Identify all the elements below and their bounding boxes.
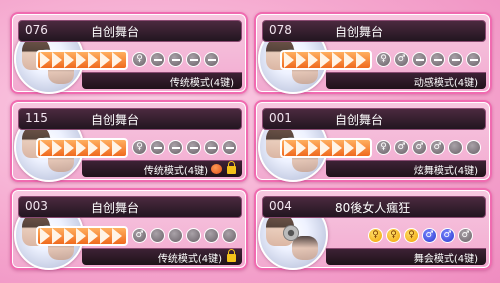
room-card[interactable]: 115 自创舞台 ♀ 传统模式(4键)	[10, 100, 248, 182]
lock-icon	[227, 161, 236, 174]
closed-slot-icon	[150, 52, 165, 67]
room-progress-arrows	[280, 50, 372, 70]
male-player-icon: ♂	[422, 228, 437, 243]
empty-slot-icon	[448, 140, 463, 155]
male-player-icon: ♂	[440, 228, 455, 243]
room-mode: 传统模式(4键)	[157, 254, 222, 265]
female-slot-icon: ♀	[132, 140, 147, 155]
closed-slot-icon	[222, 140, 237, 155]
closed-slot-icon	[448, 52, 463, 67]
male-slot-icon: ♂	[394, 140, 409, 155]
male-slot-icon: ♂	[430, 140, 445, 155]
room-mode: 传统模式(4键)	[143, 166, 208, 177]
room-card[interactable]: 078 自创舞台 ♀ ♂ 动感模式(4键)	[254, 12, 492, 94]
room-number: 003	[25, 199, 48, 213]
male-slot-icon: ♂	[394, 52, 409, 67]
closed-slot-icon	[150, 140, 165, 155]
closed-slot-icon	[466, 52, 481, 67]
room-card[interactable]: 076 自创舞台 ♀ 传统模式(4键)	[10, 12, 248, 94]
room-number: 115	[25, 111, 48, 125]
empty-slot-icon	[204, 228, 219, 243]
room-number: 001	[269, 111, 292, 125]
female-slot-icon: ♀	[132, 52, 147, 67]
room-title-bar: 115 自创舞台	[18, 108, 242, 130]
room-mode-bar: 动感模式(4键)	[326, 72, 486, 89]
room-name: 80後女人瘋狂	[335, 201, 411, 215]
room-name: 自创舞台	[91, 113, 140, 127]
lock-icon	[227, 249, 236, 262]
room-progress-arrows	[36, 226, 128, 246]
room-number: 076	[25, 23, 48, 37]
empty-slot-icon	[168, 228, 183, 243]
room-title-bar: 078 自创舞台	[262, 20, 486, 42]
empty-slot-icon	[466, 140, 481, 155]
closed-slot-icon	[412, 52, 427, 67]
room-title-bar: 076 自创舞台	[18, 20, 242, 42]
closed-slot-icon	[186, 140, 201, 155]
room-title-bar: 004 80後女人瘋狂	[262, 196, 486, 218]
room-mode-bar: 炫舞模式(4键)	[326, 160, 486, 177]
player-slots: ♀	[132, 140, 237, 156]
room-mode: 动感模式(4键)	[413, 78, 478, 89]
room-title-bar: 001 自创舞台	[262, 108, 486, 130]
room-mode: 舞会模式(4键)	[413, 254, 478, 265]
male-slot-icon: ♂	[132, 228, 147, 243]
closed-slot-icon	[186, 52, 201, 67]
female-slot-icon: ♀	[376, 52, 391, 67]
empty-slot-icon	[186, 228, 201, 243]
room-mode: 炫舞模式(4键)	[413, 166, 478, 177]
room-progress-arrows	[36, 50, 128, 70]
room-card[interactable]: 001 自创舞台 ♀ ♂ ♂ ♂ 炫舞模式(4键)	[254, 100, 492, 182]
player-slots: ♂	[132, 228, 237, 244]
player-slots: ♀ ♀ ♀ ♂ ♂ ♂	[368, 228, 473, 244]
player-slots: ♀ ♂	[376, 52, 481, 68]
closed-slot-icon	[168, 52, 183, 67]
empty-slot-icon	[150, 228, 165, 243]
room-title-bar: 003 自创舞台	[18, 196, 242, 218]
room-progress-arrows	[280, 138, 372, 158]
male-slot-icon: ♂	[412, 140, 427, 155]
female-player-icon: ♀	[404, 228, 419, 243]
player-slots: ♀ ♂ ♂ ♂	[376, 140, 481, 156]
female-player-icon: ♀	[368, 228, 383, 243]
room-mode-bar: 传统模式(4键)	[82, 72, 242, 89]
room-number: 078	[269, 23, 292, 37]
player-slots: ♀	[132, 52, 219, 68]
room-name: 自创舞台	[91, 201, 140, 215]
room-name: 自创舞台	[91, 25, 140, 39]
closed-slot-icon	[168, 140, 183, 155]
room-name: 自创舞台	[335, 113, 384, 127]
room-name: 自创舞台	[335, 25, 384, 39]
closed-slot-icon	[204, 140, 219, 155]
closed-slot-icon	[430, 52, 445, 67]
room-card[interactable]: 004 80後女人瘋狂 ♀ ♀ ♀ ♂ ♂ ♂ 舞会模式(4键)	[254, 188, 492, 270]
room-mode-bar: 舞会模式(4键)	[326, 248, 486, 265]
coin-icon	[211, 164, 222, 174]
female-slot-icon: ♀	[376, 140, 391, 155]
empty-slot-icon	[222, 228, 237, 243]
room-mode-bar: 传统模式(4键)	[82, 160, 242, 177]
room-number: 004	[269, 199, 292, 213]
room-mode-bar: 传统模式(4键)	[82, 248, 242, 265]
male-slot-icon: ♂	[458, 228, 473, 243]
room-card[interactable]: 003 自创舞台 ♂ 传统模式(4键)	[10, 188, 248, 270]
closed-slot-icon	[204, 52, 219, 67]
room-mode: 传统模式(4键)	[169, 78, 234, 89]
room-progress-arrows	[36, 138, 128, 158]
female-player-icon: ♀	[386, 228, 401, 243]
